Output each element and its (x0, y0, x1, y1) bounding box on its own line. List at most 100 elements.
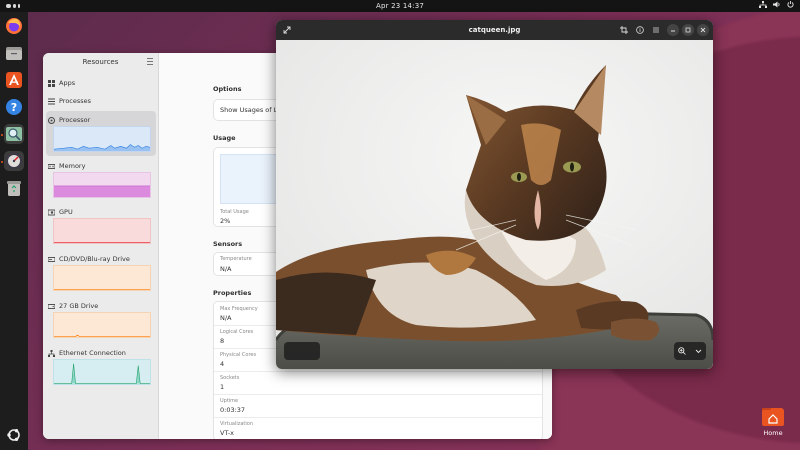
property-value: 8 (220, 337, 225, 345)
property-value: 4 (220, 360, 225, 368)
trash-icon (7, 181, 21, 196)
fullscreen-button[interactable] (281, 24, 293, 36)
zoom-controls[interactable] (674, 342, 706, 360)
drive-icon (48, 303, 55, 309)
sidebar-title: Resources (82, 58, 119, 66)
firefox-icon (6, 18, 22, 34)
home-folder-icon (762, 408, 784, 426)
dock: ? (0, 12, 28, 450)
hamburger-menu-icon (653, 27, 659, 33)
processes-icon (48, 98, 55, 104)
network-icon (48, 349, 55, 357)
property-value: 0:03:37 (220, 406, 246, 414)
property-label: Physical Cores (220, 352, 257, 358)
temperature-value: N/A (220, 265, 232, 273)
crop-icon (620, 26, 628, 34)
sidebar-item-label: Memory (59, 162, 86, 170)
sidebar-item-gpu[interactable]: GPU (48, 205, 156, 219)
files-launcher[interactable] (4, 43, 24, 63)
viewer-header-bar: catqueen.jpg (276, 20, 713, 40)
property-value: 1 (220, 383, 225, 391)
optical-drive-icon (48, 256, 55, 262)
sidebar-item-label: Processes (59, 97, 92, 105)
cat-photo (276, 40, 713, 369)
maximize-icon (685, 27, 691, 33)
properties-title: Properties (213, 289, 252, 297)
sensors-title: Sensors (213, 240, 243, 248)
chevron-down-icon[interactable] (695, 349, 702, 354)
processor-icon (48, 116, 55, 124)
image-viewer-launcher[interactable] (4, 124, 24, 144)
properties-button[interactable] (634, 24, 646, 36)
optical-drive-graph (53, 265, 151, 291)
total-usage-label: Total Usage (220, 209, 249, 215)
top-bar: Apr 23 14:37 (0, 0, 800, 12)
property-value: VT-x (220, 429, 235, 437)
temperature-label: Temperature (220, 256, 252, 262)
system-tray[interactable] (759, 1, 794, 10)
svg-text:?: ? (11, 101, 17, 114)
apps-icon (48, 79, 55, 87)
app-center-icon (6, 72, 22, 88)
resources-sidebar: Resources Apps Processes Processor Memor… (43, 53, 159, 439)
power-icon (787, 1, 794, 10)
home-label: Home (763, 429, 783, 437)
sidebar-item-drive[interactable]: 27 GB Drive (48, 299, 156, 313)
show-apps-button[interactable] (4, 425, 24, 445)
property-label: Logical Cores (220, 329, 254, 335)
image-viewer-window: catqueen.jpg (276, 20, 713, 369)
processor-graph (53, 126, 151, 152)
system-monitor-icon (6, 153, 22, 169)
property-label: Uptime (220, 398, 239, 404)
clock[interactable]: Apr 23 14:37 (376, 2, 424, 10)
menu-icon[interactable] (147, 58, 153, 65)
sidebar-item-label: 27 GB Drive (59, 302, 99, 310)
property-label: Max Frequency (220, 306, 258, 312)
minimize-icon (671, 30, 675, 32)
close-icon (700, 27, 706, 33)
sidebar-item-processes[interactable]: Processes (48, 94, 156, 108)
sidebar-header: Resources (43, 53, 158, 71)
total-usage-value: 2% (220, 217, 231, 225)
files-icon (6, 47, 22, 60)
ubuntu-logo-icon (7, 429, 20, 441)
info-icon (636, 26, 644, 34)
options-title: Options (213, 85, 242, 93)
main-menu-button[interactable] (650, 24, 662, 36)
help-launcher[interactable]: ? (4, 97, 24, 117)
sidebar-item-label: Apps (59, 79, 76, 87)
zoom-in-icon[interactable] (678, 347, 687, 355)
gallery-controls[interactable] (284, 342, 320, 360)
memory-icon (48, 163, 55, 169)
memory-graph (53, 172, 151, 198)
sidebar-item-ethernet[interactable]: Ethernet Connection (48, 346, 156, 360)
sidebar-item-apps[interactable]: Apps (48, 76, 156, 90)
maximize-button[interactable] (682, 24, 694, 36)
system-monitor-launcher[interactable] (4, 151, 24, 171)
property-label: Sockets (220, 375, 240, 381)
volume-icon (773, 1, 781, 10)
property-label: Virtualization (220, 421, 253, 427)
app-center-launcher[interactable] (4, 70, 24, 90)
expand-icon (283, 26, 291, 34)
help-icon: ? (6, 99, 22, 115)
sidebar-item-optical-drive[interactable]: CD/DVD/Blu-ray Drive (48, 252, 156, 266)
activities-button[interactable] (6, 3, 20, 9)
desktop-home-shortcut[interactable]: Home (758, 408, 788, 437)
gpu-icon (48, 209, 55, 215)
gpu-graph (53, 218, 151, 244)
usage-title: Usage (213, 134, 236, 142)
minimize-button[interactable] (667, 24, 679, 36)
ethernet-graph (53, 359, 151, 385)
sidebar-item-processor-header: Processor (48, 113, 156, 127)
firefox-launcher[interactable] (4, 16, 24, 36)
drive-graph (53, 312, 151, 338)
network-icon (759, 1, 767, 10)
image-viewer-icon (6, 127, 22, 141)
close-button[interactable] (697, 24, 709, 36)
sidebar-item-label: Processor (59, 116, 91, 124)
sidebar-item-memory[interactable]: Memory (48, 159, 156, 173)
trash-launcher[interactable] (4, 178, 24, 198)
sidebar-item-label: GPU (59, 208, 73, 216)
crop-button[interactable] (618, 24, 630, 36)
